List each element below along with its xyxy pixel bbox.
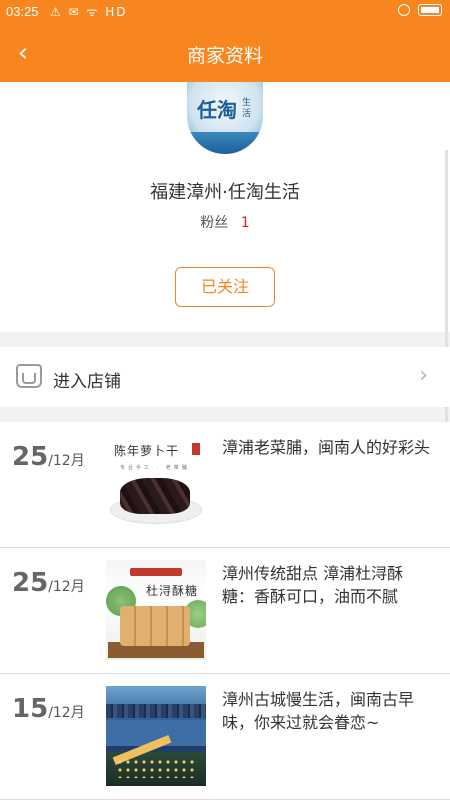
enter-store-row[interactable]: 进入店铺 › <box>0 347 450 407</box>
status-right <box>398 4 442 16</box>
post-list: 25/12月 陈年萝卜干 专业手工 · 老菜脯 漳浦老菜脯，闽南人的好彩头 25… <box>0 422 450 800</box>
post-title: 漳州传统甜点 漳浦杜浔酥糖：香酥可口，油而不腻 <box>222 564 404 606</box>
post-thumbnail: 陈年萝卜干 专业手工 · 老菜脯 <box>106 434 206 534</box>
thumbnail-subcaption: 专业手工 · 老菜脯 <box>120 465 190 471</box>
avatar: 任淘 生活 <box>187 82 263 154</box>
fans-label: 粉丝 <box>200 215 229 231</box>
battery-icon <box>418 4 442 16</box>
crisp-candy <box>120 606 190 646</box>
fans-count: 1 <box>240 215 250 231</box>
merchant-profile: 任淘 生活 福建漳州·任淘生活 粉丝 1 已关注 <box>0 82 450 332</box>
post-title: 漳州古城慢生活，闽南古早味，你来过就会眷恋~ <box>222 690 415 732</box>
fans-row: 粉丝 1 <box>0 212 450 232</box>
enter-store-label: 进入店铺 <box>53 372 121 392</box>
thumbnail-caption: 陈年萝卜干 <box>114 444 180 458</box>
post-date-day: 15 <box>12 694 49 724</box>
status-time: 03:25 <box>6 4 39 19</box>
store-icon <box>16 364 42 388</box>
chevron-right-icon: › <box>419 363 428 388</box>
post-date: 25/12月 <box>12 442 85 472</box>
alarm-icon <box>398 4 410 16</box>
city-lights <box>116 758 196 778</box>
follow-button[interactable]: 已关注 <box>175 267 275 307</box>
list-item[interactable]: 25/12月 陈年萝卜干 专业手工 · 老菜脯 漳浦老菜脯，闽南人的好彩头 <box>0 422 450 548</box>
post-date-month: /12月 <box>48 705 85 721</box>
header-bar: 03:25 ⚠ ✉ ᯤ HD ‹ 商家资料 <box>0 0 450 82</box>
thumbnail-banner <box>130 568 182 576</box>
status-bar: 03:25 ⚠ ✉ ᯤ HD <box>0 0 450 24</box>
avatar-logo-text: 任淘 <box>197 98 237 122</box>
list-item[interactable]: 15/12月 漳州古城慢生活，闽南古早味，你来过就会眷恋~ <box>0 674 450 800</box>
thumbnail-caption: 杜浔酥糖 <box>146 584 199 598</box>
post-date-month: /12月 <box>48 579 85 595</box>
list-item[interactable]: 25/12月 杜浔酥糖 漳州传统甜点 漳浦杜浔酥糖：香酥可口，油而不腻 <box>0 548 450 674</box>
status-icons: ⚠ ✉ ᯤ HD <box>50 5 128 19</box>
post-date-day: 25 <box>12 442 49 472</box>
post-date: 25/12月 <box>12 568 85 598</box>
seal-stamp <box>192 443 200 455</box>
post-title: 漳浦老菜脯，闽南人的好彩头 <box>222 438 431 457</box>
post-thumbnail <box>106 686 206 786</box>
post-date: 15/12月 <box>12 694 85 724</box>
preserved-radish <box>120 478 190 514</box>
post-thumbnail: 杜浔酥糖 <box>106 560 206 660</box>
post-date-day: 25 <box>12 568 49 598</box>
city-skyline <box>106 704 206 718</box>
avatar-wave <box>187 132 263 154</box>
avatar-logo-subtext: 生活 <box>242 98 252 119</box>
shop-name: 福建漳州·任淘生活 <box>150 182 300 203</box>
post-date-month: /12月 <box>48 453 85 469</box>
page-title: 商家资料 <box>186 45 263 67</box>
